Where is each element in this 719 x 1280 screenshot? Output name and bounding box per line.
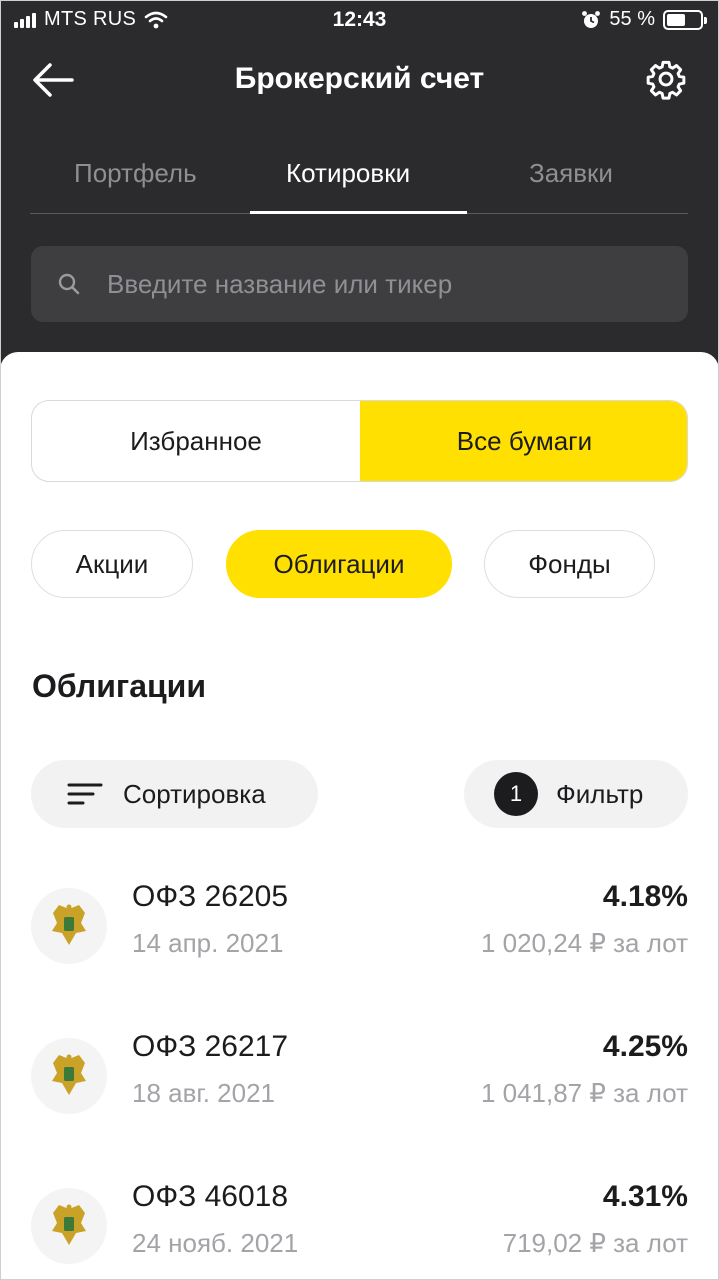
bond-name: ОФЗ 46018 <box>132 1180 289 1213</box>
segment-favorites[interactable]: Избранное <box>32 401 360 481</box>
search-bar[interactable] <box>31 246 688 322</box>
bond-row[interactable]: ОФЗ 46018 24 нояб. 2021 4.31% 719,02 ₽ з… <box>0 1174 719 1280</box>
sort-button[interactable]: Сортировка <box>31 760 318 828</box>
bond-name: ОФЗ 26205 <box>132 880 289 913</box>
tab-bar: Портфель Котировки Заявки <box>30 140 688 214</box>
status-bar: MTS RUS 12:43 55 % <box>0 0 719 40</box>
segment-all-securities[interactable]: Все бумаги <box>360 401 687 481</box>
page-title: Брокерский счет <box>234 62 485 95</box>
bond-maturity-date: 24 нояб. 2021 <box>132 1228 299 1258</box>
battery-percent: 55 % <box>609 8 655 30</box>
russian-emblem-icon <box>31 1188 107 1264</box>
sort-label: Сортировка <box>123 778 266 809</box>
sort-lines-icon <box>67 783 103 805</box>
content-sheet: Избранное Все бумаги Акции Облигации Фон… <box>0 352 719 1280</box>
header: Брокерский счет <box>0 40 719 120</box>
bond-name: ОФЗ 26217 <box>132 1030 289 1063</box>
alarm-icon <box>582 10 601 28</box>
battery-level <box>667 13 685 26</box>
search-input[interactable] <box>107 246 667 322</box>
status-right: 55 % <box>581 8 707 31</box>
bond-maturity-date: 18 авг. 2021 <box>132 1078 276 1108</box>
bond-price: 1 020,24 ₽ за лот <box>480 928 688 958</box>
tab-portfolio[interactable]: Портфель <box>74 158 197 189</box>
section-title: Облигации <box>32 668 206 704</box>
filter-button[interactable]: 1 Фильтр <box>464 760 688 828</box>
filter-label: Фильтр <box>556 778 644 809</box>
chip-bonds[interactable]: Облигации <box>226 530 452 598</box>
bond-row[interactable]: ОФЗ 26205 14 апр. 2021 4.18% 1 020,24 ₽ … <box>0 874 719 984</box>
bond-maturity-date: 14 апр. 2021 <box>132 928 284 958</box>
search-icon <box>58 273 80 295</box>
active-tab-indicator <box>250 211 467 214</box>
filter-count-badge: 1 <box>494 772 538 816</box>
tab-orders[interactable]: Заявки <box>529 158 613 189</box>
bond-yield: 4.18% <box>602 880 688 913</box>
bond-price: 719,02 ₽ за лот <box>502 1228 688 1258</box>
bond-yield: 4.31% <box>602 1180 688 1213</box>
bond-price: 1 041,87 ₽ за лот <box>480 1078 688 1108</box>
bond-yield: 4.25% <box>602 1030 688 1063</box>
russian-emblem-icon <box>31 1038 107 1114</box>
russian-emblem-icon <box>31 888 107 964</box>
tab-quotes[interactable]: Котировки <box>286 158 410 189</box>
bond-row[interactable]: ОФЗ 26217 18 авг. 2021 4.25% 1 041,87 ₽ … <box>0 1024 719 1134</box>
battery-icon <box>663 9 707 30</box>
segmented-control: Избранное Все бумаги <box>31 400 688 482</box>
gear-icon[interactable] <box>645 58 687 100</box>
chip-stocks[interactable]: Акции <box>31 530 193 598</box>
chip-funds[interactable]: Фонды <box>484 530 655 598</box>
